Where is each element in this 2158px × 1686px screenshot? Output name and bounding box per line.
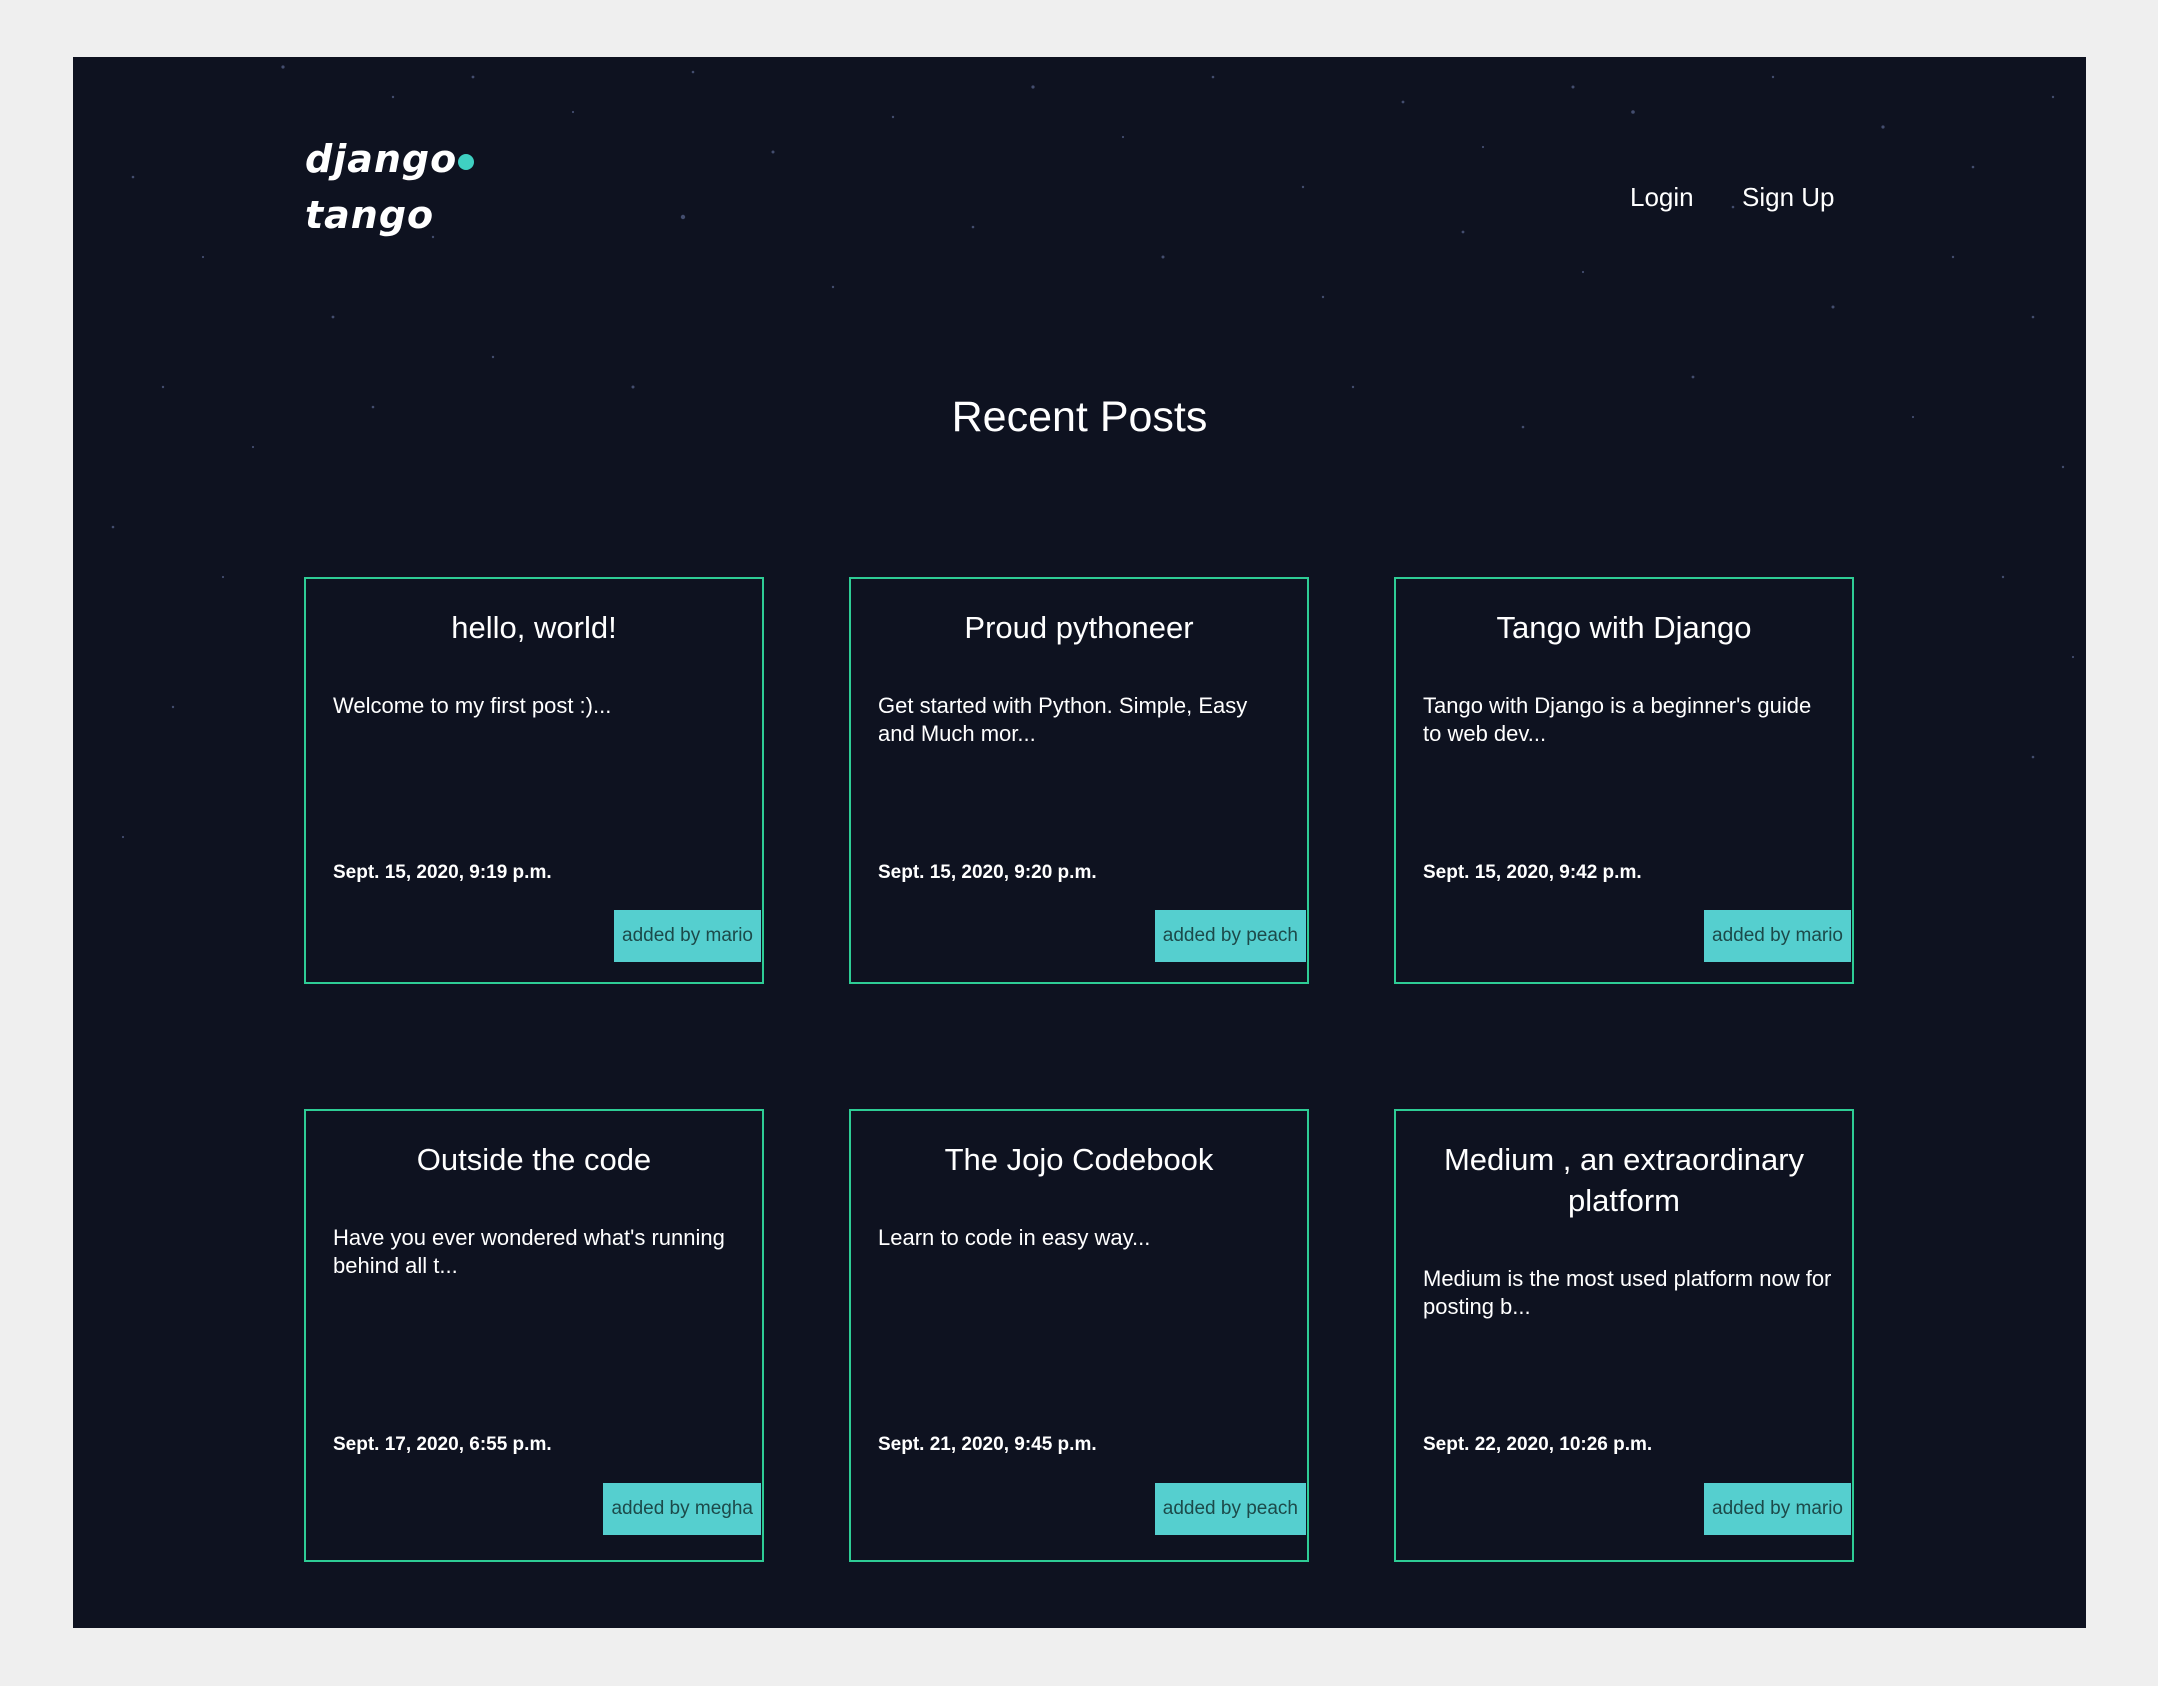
post-snippet: Have you ever wondered what's running be… (333, 1225, 725, 1278)
top-nav: Login Sign Up (73, 177, 2086, 217)
post-card[interactable]: hello, world! Welcome to my first post :… (304, 577, 764, 984)
post-title[interactable]: Outside the code (326, 1139, 742, 1180)
post-date: Sept. 15, 2020, 9:19 p.m. (333, 862, 552, 883)
post-card[interactable]: The Jojo Codebook Learn to code in easy … (849, 1109, 1309, 1562)
post-snippet: Medium is the most used platform now for… (1423, 1266, 1832, 1319)
post-snippet: Learn to code in easy way... (878, 1225, 1151, 1250)
login-link[interactable]: Login (1630, 177, 1694, 217)
post-date: Sept. 15, 2020, 9:42 p.m. (1423, 862, 1642, 883)
post-snippet: Welcome to my first post :)... (333, 693, 612, 718)
post-title[interactable]: Medium , an extraordinary platform (1416, 1139, 1832, 1221)
author-badge[interactable]: added by megha (603, 1483, 761, 1535)
post-title[interactable]: hello, world! (326, 607, 742, 648)
post-title[interactable]: Tango with Django (1416, 607, 1832, 648)
post-date: Sept. 21, 2020, 9:45 p.m. (878, 1434, 1097, 1455)
post-date: Sept. 15, 2020, 9:20 p.m. (878, 862, 1097, 883)
author-badge[interactable]: added by peach (1154, 1483, 1306, 1535)
post-date: Sept. 17, 2020, 6:55 p.m. (333, 1434, 552, 1455)
post-card[interactable]: Medium , an extraordinary platform Mediu… (1394, 1109, 1854, 1562)
logo-dot-icon (458, 154, 475, 170)
post-card[interactable]: Tango with Django Tango with Django is a… (1394, 577, 1854, 984)
author-badge[interactable]: added by mario (1704, 910, 1851, 962)
post-date: Sept. 22, 2020, 10:26 p.m. (1423, 1434, 1653, 1455)
post-title[interactable]: The Jojo Codebook (871, 1139, 1287, 1180)
author-badge[interactable]: added by mario (614, 910, 761, 962)
logo-text-left: django (305, 137, 458, 181)
signup-link[interactable]: Sign Up (1742, 177, 1835, 217)
author-badge[interactable]: added by mario (1704, 1483, 1851, 1535)
post-card[interactable]: Outside the code Have you ever wondered … (304, 1109, 764, 1562)
post-snippet: Tango with Django is a beginner's guide … (1423, 693, 1812, 746)
page-frame: djangotango Login Sign Up Recent Posts h… (73, 57, 2086, 1628)
author-badge[interactable]: added by peach (1154, 910, 1306, 962)
post-title[interactable]: Proud pythoneer (871, 607, 1287, 648)
post-card[interactable]: Proud pythoneer Get started with Python.… (849, 577, 1309, 984)
post-snippet: Get started with Python. Simple, Easy an… (878, 693, 1248, 746)
page-title: Recent Posts (951, 393, 1208, 441)
